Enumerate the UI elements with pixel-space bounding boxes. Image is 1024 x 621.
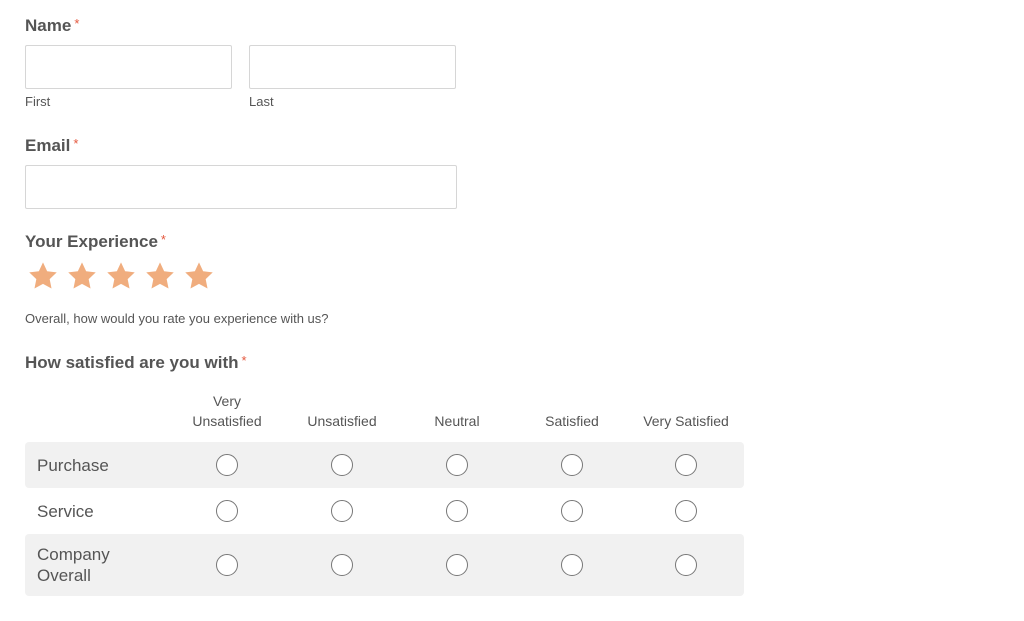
experience-description: Overall, how would you rate you experien… [25,311,329,326]
last-name-sublabel: Last [249,94,274,109]
radio-service-neutral[interactable] [446,500,468,522]
email-label-text: Email [25,136,71,155]
email-label: Email * [25,136,78,156]
first-name-input[interactable] [25,45,232,89]
matrix-column-header: Satisfied [517,411,627,431]
star-icon[interactable] [64,260,100,292]
satisfaction-label: How satisfied are you with * [25,353,247,373]
radio-company-overall-neutral[interactable] [446,554,468,576]
matrix-row-label: Service [37,501,94,522]
matrix-row-label-line: Company [37,545,110,564]
radio-purchase-very-unsatisfied[interactable] [216,454,238,476]
radio-purchase-satisfied[interactable] [561,454,583,476]
first-name-sublabel: First [25,94,51,109]
matrix-column-header: Neutral [402,411,512,431]
matrix-column-header: Unsatisfied [287,411,397,431]
star-icon[interactable] [103,260,139,292]
email-input[interactable] [25,165,457,209]
experience-label: Your Experience * [25,232,166,252]
matrix-column-header-line: Satisfied [545,413,599,429]
radio-company-overall-satisfied[interactable] [561,554,583,576]
required-marker: * [160,232,166,247]
required-marker: * [74,16,80,31]
radio-purchase-very-satisfied[interactable] [675,454,697,476]
matrix-column-header: Very Satisfied [631,411,741,431]
radio-service-very-unsatisfied[interactable] [216,500,238,522]
radio-company-overall-unsatisfied[interactable] [331,554,353,576]
star-rating [25,260,217,292]
last-name-input[interactable] [249,45,456,89]
name-label: Name * [25,16,79,36]
matrix-row: Purchase [25,442,744,488]
name-label-text: Name [25,16,72,35]
star-icon[interactable] [25,260,61,292]
required-marker: * [73,136,79,151]
experience-label-text: Your Experience [25,232,158,251]
matrix-row: Service [25,488,744,534]
radio-service-very-satisfied[interactable] [675,500,697,522]
satisfaction-label-text: How satisfied are you with [25,353,239,372]
matrix-column-header-line: Unsatisfied [192,413,262,429]
required-marker: * [241,353,247,368]
star-icon[interactable] [181,260,217,292]
matrix-column-header: Very Unsatisfied [172,391,282,431]
matrix-row-label-line: Purchase [37,455,109,475]
matrix-row-label-line: Overall [37,566,91,585]
radio-purchase-unsatisfied[interactable] [331,454,353,476]
matrix-column-header-line: Unsatisfied [307,413,377,429]
radio-service-unsatisfied[interactable] [331,500,353,522]
matrix-column-header-line: Very Satisfied [643,413,729,429]
matrix-column-header-line: Neutral [434,413,480,429]
matrix-row-label: Company Overall [37,544,110,586]
radio-company-overall-very-unsatisfied[interactable] [216,554,238,576]
matrix-column-header-line: Very [212,393,241,409]
matrix-row-label: Purchase [37,455,109,476]
radio-company-overall-very-satisfied[interactable] [675,554,697,576]
radio-purchase-neutral[interactable] [446,454,468,476]
matrix-row: Company Overall [25,534,744,596]
radio-service-satisfied[interactable] [561,500,583,522]
star-icon[interactable] [142,260,178,292]
matrix-row-label-line: Service [37,501,94,521]
